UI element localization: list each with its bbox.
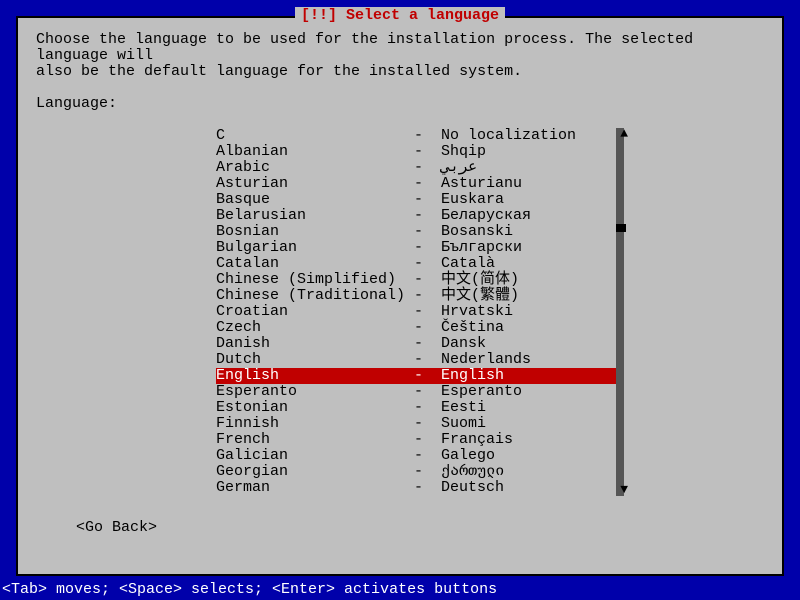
- language-option[interactable]: Bulgarian - Български: [216, 240, 616, 256]
- footer-hint: <Tab> moves; <Space> selects; <Enter> ac…: [2, 582, 497, 598]
- language-option[interactable]: Albanian - Shqip: [216, 144, 616, 160]
- language-option[interactable]: C - No localization: [216, 128, 616, 144]
- language-option[interactable]: English - English: [216, 368, 616, 384]
- language-option[interactable]: Danish - Dansk: [216, 336, 616, 352]
- language-option[interactable]: Chinese (Traditional) - 中文(繁體): [216, 288, 616, 304]
- language-option[interactable]: Dutch - Nederlands: [216, 352, 616, 368]
- language-option[interactable]: Arabic - عربي: [216, 160, 616, 176]
- language-option[interactable]: Finnish - Suomi: [216, 416, 616, 432]
- language-option[interactable]: German - Deutsch: [216, 480, 616, 496]
- instruction-text: Choose the language to be used for the i…: [36, 32, 764, 80]
- scroll-thumb[interactable]: [616, 224, 626, 232]
- scrollbar[interactable]: [616, 128, 624, 496]
- language-label: Language:: [36, 96, 764, 112]
- language-option[interactable]: Catalan - Català: [216, 256, 616, 272]
- language-option[interactable]: Galician - Galego: [216, 448, 616, 464]
- language-option[interactable]: Esperanto - Esperanto: [216, 384, 616, 400]
- scroll-up-icon[interactable]: ▲: [620, 126, 628, 142]
- language-list[interactable]: ▲ ▼ C - No localization Albanian - Shqip…: [216, 128, 616, 496]
- language-option[interactable]: Asturian - Asturianu: [216, 176, 616, 192]
- language-option[interactable]: Bosnian - Bosanski: [216, 224, 616, 240]
- go-back-button[interactable]: <Go Back>: [76, 520, 764, 536]
- scroll-down-icon[interactable]: ▼: [620, 482, 628, 498]
- dialog-frame: [!!] Select a language Choose the langua…: [16, 16, 784, 576]
- language-option[interactable]: Estonian - Eesti: [216, 400, 616, 416]
- language-option[interactable]: Croatian - Hrvatski: [216, 304, 616, 320]
- language-option[interactable]: Georgian - ქართული: [216, 464, 616, 480]
- language-option[interactable]: Basque - Euskara: [216, 192, 616, 208]
- language-option[interactable]: Chinese (Simplified) - 中文(简体): [216, 272, 616, 288]
- language-option[interactable]: French - Français: [216, 432, 616, 448]
- language-option[interactable]: Czech - Čeština: [216, 320, 616, 336]
- language-option[interactable]: Belarusian - Беларуская: [216, 208, 616, 224]
